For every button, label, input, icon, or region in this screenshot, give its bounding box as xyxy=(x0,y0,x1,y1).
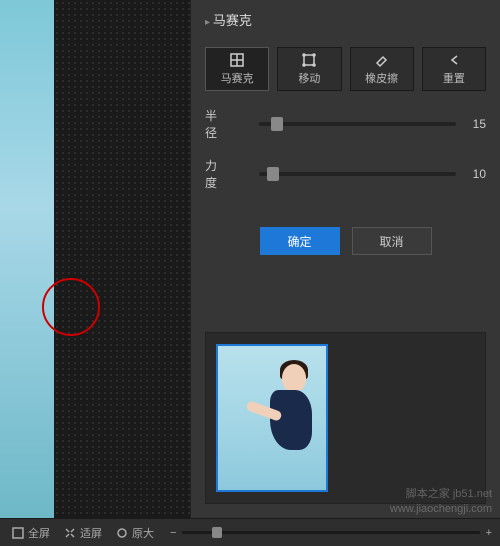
tool-label: 马赛克 xyxy=(221,70,254,86)
original-button[interactable]: 原大 xyxy=(112,525,158,541)
strength-thumb[interactable] xyxy=(267,167,279,181)
brush-cursor xyxy=(42,278,100,336)
fit-button[interactable]: 适屏 xyxy=(60,525,106,541)
canvas-area[interactable] xyxy=(0,0,190,518)
reset-icon xyxy=(446,52,462,68)
zoom-out-button[interactable]: − xyxy=(170,527,176,539)
button-row: 确定 取消 xyxy=(191,199,500,269)
panel-title: 马赛克 xyxy=(191,0,500,39)
zoom-slider[interactable] xyxy=(182,531,479,534)
radius-slider-row: 半径 15 xyxy=(191,99,500,149)
thumbnail-area xyxy=(205,332,486,504)
mosaic-icon xyxy=(229,52,245,68)
fit-label: 适屏 xyxy=(80,525,102,541)
thumbnail-figure xyxy=(252,364,312,484)
radius-slider[interactable] xyxy=(259,122,456,126)
status-bar: 全屏 适屏 原大 − + xyxy=(0,518,500,546)
fullscreen-label: 全屏 xyxy=(28,525,50,541)
fullscreen-button[interactable]: 全屏 xyxy=(8,525,54,541)
original-icon xyxy=(116,527,128,539)
preview-thumbnail[interactable] xyxy=(216,344,328,492)
tool-eraser[interactable]: 橡皮擦 xyxy=(350,47,414,91)
tool-label: 橡皮擦 xyxy=(365,70,398,86)
radius-label: 半径 xyxy=(205,107,249,141)
cancel-button[interactable]: 取消 xyxy=(352,227,432,255)
tool-reset[interactable]: 重置 xyxy=(422,47,486,91)
tool-label: 重置 xyxy=(443,70,465,86)
strength-label: 力度 xyxy=(205,157,249,191)
fit-icon xyxy=(64,527,76,539)
canvas-image-strip xyxy=(0,0,54,518)
eraser-icon xyxy=(374,52,390,68)
zoom-in-button[interactable]: + xyxy=(486,527,492,539)
tool-row: 马赛克 移动 橡皮擦 重置 xyxy=(191,39,500,99)
strength-slider-row: 力度 10 xyxy=(191,149,500,199)
zoom-thumb[interactable] xyxy=(212,527,222,538)
strength-value: 10 xyxy=(466,167,486,181)
ok-button[interactable]: 确定 xyxy=(260,227,340,255)
move-icon xyxy=(301,52,317,68)
tool-move[interactable]: 移动 xyxy=(277,47,341,91)
original-label: 原大 xyxy=(132,525,154,541)
tool-label: 移动 xyxy=(298,70,320,86)
zoom-control: − + xyxy=(170,527,492,539)
radius-value: 15 xyxy=(466,117,486,131)
strength-slider[interactable] xyxy=(259,172,456,176)
fullscreen-icon xyxy=(12,527,24,539)
mosaic-panel: 马赛克 马赛克 移动 橡皮擦 重置 半径 15 力度 10 xyxy=(190,0,500,518)
tool-mosaic[interactable]: 马赛克 xyxy=(205,47,269,91)
radius-thumb[interactable] xyxy=(271,117,283,131)
